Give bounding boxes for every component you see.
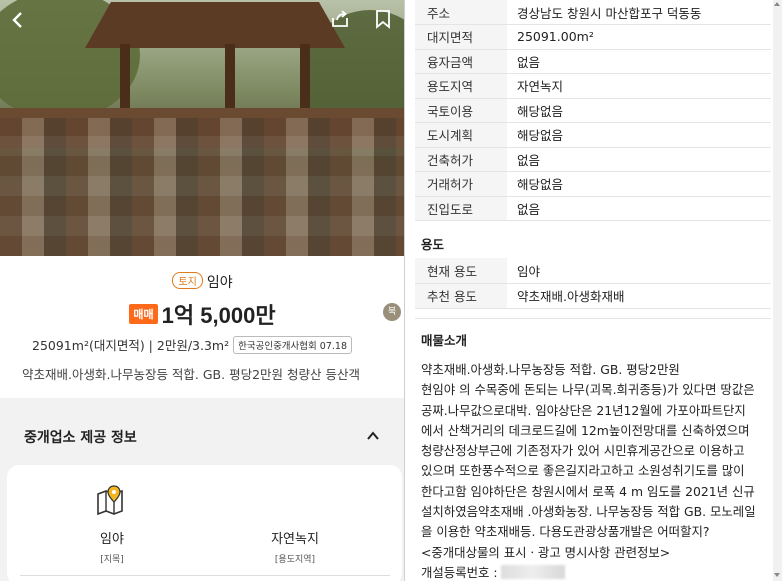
table-row: 도시계획 해당없음: [415, 122, 771, 148]
intro-line: 공짜.나무값으로대박. 임야상단은 21년12월에 가포아파트단지: [421, 402, 746, 418]
row-key: 진입도로: [415, 196, 507, 221]
table-row: 주소 경상남도 창원시 마산합포구 덕동동: [415, 0, 771, 25]
divider: [415, 318, 771, 319]
photo-pavilion-roof: [85, 2, 345, 48]
intro-line: 설치하였음약초재배 .아생화농장. 나무농장등 적합 GB. 모노레일: [421, 504, 756, 520]
row-value: 해당없음: [507, 122, 771, 148]
row-value: 없음: [507, 196, 771, 221]
usage-table: 현재 용도 임야 추천 용도 약초재배.아생화재배: [415, 258, 771, 309]
land-category-value: 임야: [100, 532, 124, 547]
row-key: 추천 용도: [415, 283, 507, 309]
property-type-label: 임야: [206, 275, 233, 291]
bookmark-icon: [376, 10, 390, 29]
property-type: 토지 임야: [0, 272, 404, 292]
zoning-value: 자연녹지: [271, 532, 319, 547]
property-specs: 25091m²(대지면적) | 2만원/3.3m² 한국공인중개사협회 07.18: [32, 335, 352, 354]
row-value: 없음: [507, 49, 771, 74]
compass-icon[interactable]: 북: [383, 303, 401, 321]
intro-line: 을 이용한 약초재배등. 다용도관광상품개발은 어떠할지?: [421, 524, 710, 540]
intro-line: 있으며 또한풍수적으로 좋은길지라고하고 소원성취기도를 많이: [421, 463, 745, 479]
intro-line: 청량산정상부근에 기존정자가 있어 시민휴게공간으로 이용하고: [421, 443, 745, 459]
property-info-table: 주소 경상남도 창원시 마산합포구 덕동동 대지면적 25091.00m² 융자금액…: [415, 0, 771, 221]
intro-heading: 매물소개: [421, 333, 468, 348]
registration-number-blurred: [501, 564, 566, 579]
row-value: 없음: [507, 147, 771, 172]
row-key: 거래허가: [415, 171, 507, 197]
chevron-left-icon: [12, 12, 22, 28]
row-key: 현재 용도: [415, 258, 507, 284]
table-row: 건축허가 없음: [415, 147, 771, 172]
table-row: 국토이용 해당없음: [415, 98, 771, 123]
category-tag: 토지: [172, 272, 203, 289]
row-value: 해당없음: [507, 171, 771, 197]
association-badge: 한국공인중개사협회 07.18: [233, 336, 352, 354]
usage-heading: 용도: [421, 237, 445, 252]
intro-line: <중개대상물의 표시ㆍ광고 명시사항 관련정보>: [421, 544, 671, 560]
broker-section-title[interactable]: 중개업소 제공 정보: [24, 427, 137, 447]
intro-line: 한다고함 임야하단은 창원시에서 로폭 4 m 임도를 2021년 신규: [421, 483, 755, 499]
row-key: 용도지역: [415, 73, 507, 99]
row-key: 대지면적: [415, 24, 507, 50]
collapse-toggle[interactable]: [366, 428, 380, 442]
row-key: 융자금액: [415, 49, 507, 74]
scrollbar[interactable]: [773, 0, 782, 581]
row-value: 약초재배.아생화재배: [507, 283, 771, 309]
divider: [20, 575, 390, 576]
row-key: 건축허가: [415, 147, 507, 172]
share-button[interactable]: [330, 9, 350, 29]
table-row: 추천 용도 약초재배.아생화재배: [415, 283, 771, 309]
property-photo[interactable]: [0, 0, 404, 256]
intro-line: 현임야 의 수목중에 돈되는 나무(괴목.희귀종등)가 있다면 땅값은: [421, 382, 755, 398]
chevron-up-icon: [367, 431, 379, 440]
detail-panel: 주소 경상남도 창원시 마산합포구 덕동동 대지면적 25091.00m² 융자금액…: [409, 0, 782, 581]
row-value: 25091.00m²: [507, 24, 771, 50]
deal-type-badge: 매매: [129, 304, 158, 324]
row-value: 해당없음: [507, 98, 771, 123]
scroll-down-arrow-icon[interactable]: [774, 573, 780, 577]
table-row: 용도지역 자연녹지: [415, 73, 771, 99]
land-category-label: [지목]: [100, 555, 124, 565]
scroll-up-arrow-icon[interactable]: [774, 2, 780, 6]
bookmark-button[interactable]: [374, 9, 392, 29]
row-value: 임야: [507, 258, 771, 284]
table-row: 진입도로 없음: [415, 196, 771, 221]
intro-line: 약초재배.아생화.나무농장등 적합. GB. 평당2만원: [421, 362, 680, 377]
intro-body: 약초재배.아생화.나무농장등 적합. GB. 평당2만원 현임야 의 수목중에 …: [421, 360, 777, 581]
zoning-label: [용도지역]: [274, 555, 316, 565]
price: 1억 5,000만: [161, 303, 276, 328]
row-value: 자연녹지: [507, 73, 771, 99]
listing-panel: 토지 임야 매매 1억 5,000만 북 25091m²(대지면적) | 2만원/3…: [0, 0, 405, 581]
row-value: 경상남도 창원시 마산합포구 덕동동: [507, 0, 771, 25]
registration-line: 개설등록번호 :: [421, 563, 777, 581]
registration-label: 개설등록번호 :: [421, 564, 498, 580]
back-button[interactable]: [8, 10, 28, 30]
price-row: 매매 1억 5,000만: [0, 298, 404, 330]
table-row: 현재 용도 임야: [415, 258, 771, 284]
listing-summary: 약초재배.아생화.나무농장등 적합. GB. 평당2만원 청량산 등산객: [22, 367, 360, 382]
table-row: 대지면적 25091.00m²: [415, 24, 771, 50]
intro-line: 에서 산책거리의 데크로드길에 12m높이전망대를 신축하였으며: [421, 422, 750, 438]
row-key: 도시계획: [415, 122, 507, 148]
photo-mosaic-blur: [0, 118, 404, 256]
broker-info-card: [7, 465, 402, 581]
row-key: 주소: [415, 0, 507, 25]
table-row: 융자금액 없음: [415, 49, 771, 74]
map-pin-icon: [95, 484, 129, 518]
share-icon: [332, 10, 348, 27]
table-row: 거래허가 해당없음: [415, 171, 771, 197]
row-key: 국토이용: [415, 98, 507, 123]
area-and-unit-price: 25091m²(대지면적) | 2만원/3.3m²: [32, 338, 230, 353]
